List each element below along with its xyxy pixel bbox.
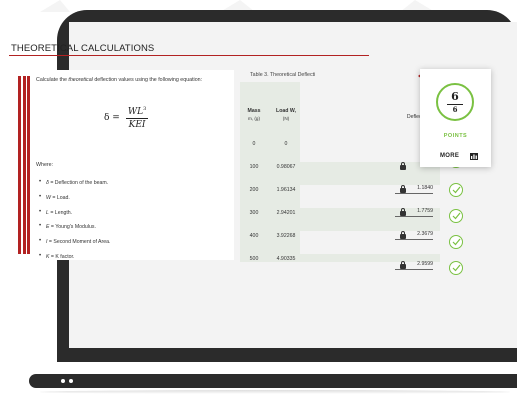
indicator-dot [69, 379, 73, 383]
formula-denominator: KEI [128, 120, 146, 130]
score-card: 6 6 POINTS MORE [420, 69, 491, 167]
check-icon [449, 183, 463, 197]
definition-item: W = Load. [36, 194, 110, 210]
where-label: Where: [36, 162, 54, 168]
definition-item: L = Length. [36, 209, 110, 225]
header-load: Load W, (N) [276, 108, 296, 121]
load-cell: 1.96134 [276, 187, 296, 193]
formula-numerator: WL [127, 107, 144, 117]
formula-lhs: δ = [104, 113, 120, 123]
instructions-text: Calculate the theoretical deflection val… [36, 77, 203, 83]
definition-item: I = Second Moment of Area. [36, 238, 110, 254]
definition-item: E = Young's Modulus. [36, 223, 110, 239]
definition-item: K = K factor. [36, 253, 110, 269]
mass-cell: 200 [249, 187, 259, 193]
mass-cell: 0 [252, 141, 256, 147]
check-icon [449, 261, 463, 275]
load-cell: 2.94201 [276, 210, 296, 216]
deflection-formula: δ = WL3 KEI [104, 106, 149, 130]
score-total: 6 [452, 105, 458, 114]
load-cell: 3.92268 [276, 233, 296, 239]
lock-icon [400, 162, 406, 170]
indicator-dot [61, 379, 65, 383]
load-cell: 4.90335 [276, 256, 296, 262]
mass-cell: 100 [249, 164, 259, 170]
score-earned: 6 [451, 90, 459, 103]
mass-cell: 500 [249, 256, 259, 262]
points-label: POINTS [443, 133, 468, 139]
deflection-input[interactable]: 2.9599 [395, 259, 433, 270]
check-icon [449, 209, 463, 223]
deflection-input[interactable]: 1.1840 [395, 183, 433, 194]
definition-item: δ = Deflection of the beam. [36, 179, 110, 195]
section-divider [9, 55, 369, 56]
accent-bars [18, 76, 30, 254]
deflection-input[interactable]: 2.3679 [395, 229, 433, 240]
header-mass: Mass m, (g) [247, 108, 261, 121]
laptop-shadow [40, 390, 510, 394]
load-cell: 0.98067 [276, 164, 296, 170]
load-cell: 0 [284, 141, 288, 147]
check-icon [449, 235, 463, 249]
section-title: THEORETICAL CALCULATIONS [11, 43, 155, 54]
deflection-input[interactable]: 1.7759 [395, 206, 433, 217]
laptop-base [29, 374, 517, 388]
more-button[interactable]: MORE [440, 153, 459, 159]
formula-exponent: 3 [143, 106, 147, 112]
mass-cell: 300 [249, 210, 259, 216]
deflection-table: Mass m, (g) Load W, (N) Deflect 0 0 100 0.… [240, 82, 440, 262]
definitions-list: δ = Deflection of the beam. W = Load. L … [36, 179, 110, 269]
instructions-card: Calculate the theoretical deflection val… [14, 70, 234, 260]
mass-cell: 400 [249, 233, 259, 239]
score-badge: 6 6 [436, 83, 474, 121]
chart-icon [470, 153, 478, 160]
table-caption: Table 3. Theoretical Deflecti [250, 72, 316, 78]
